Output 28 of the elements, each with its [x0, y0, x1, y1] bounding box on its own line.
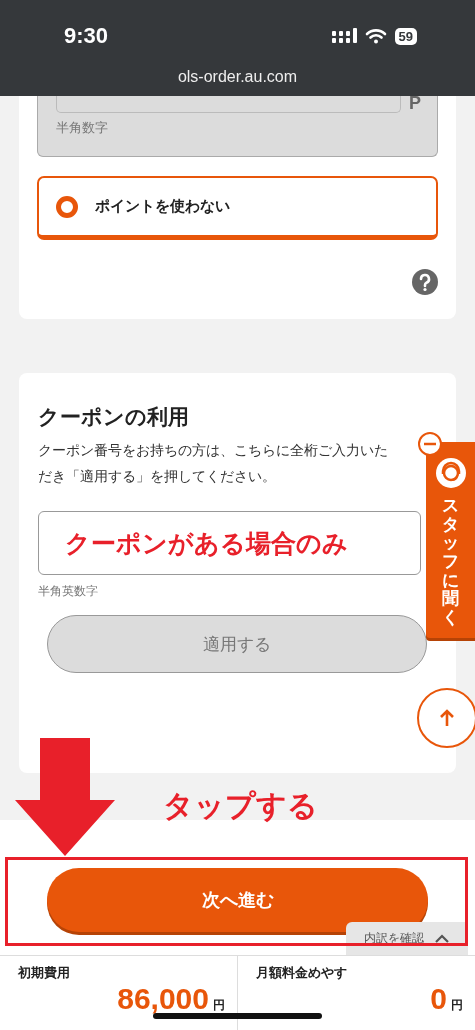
annotation-text: タップする	[163, 787, 318, 825]
unit-label: P	[409, 96, 421, 110]
currency-unit: 円	[451, 997, 463, 1014]
coupon-input-field[interactable]: クーポンがある場合のみ	[38, 511, 421, 575]
description-text: クーポン番号をお持ちの方は、こちらに全桁ご入力いただき「適用する」を押してください。	[38, 441, 389, 486]
hint-text: 半角英数字	[38, 583, 99, 600]
battery-indicator: 59	[394, 27, 417, 45]
chevron-icon	[434, 932, 450, 945]
next-button[interactable]: 次へ進む	[47, 868, 428, 932]
option-label: ポイントを使わない	[95, 197, 230, 216]
address-bar-url: ols-order.au.com	[176, 68, 299, 86]
clock-time: 9:30	[64, 23, 109, 49]
radio-option[interactable]: ポイントを使わない	[37, 176, 438, 240]
arrow-up-icon	[439, 709, 455, 727]
cost-amount: 0	[430, 982, 447, 1016]
signal-icon	[331, 28, 357, 44]
help-icon	[412, 269, 438, 295]
cost-label: 月額料金めやす	[256, 964, 348, 982]
section-title: クーポンの利用	[38, 404, 190, 431]
currency-unit: 円	[213, 997, 225, 1014]
operator-icon	[435, 458, 466, 488]
staff-chat-tab[interactable]: スタッフに聞く	[426, 442, 475, 638]
cost-amount: 86,000	[117, 982, 209, 1016]
wifi-icon	[364, 28, 387, 44]
annotation-text: クーポンがある場合のみ	[65, 527, 348, 560]
radio-button[interactable]	[56, 195, 78, 218]
cost-label: 初期費用	[18, 964, 71, 982]
hint-text: 半角数字	[56, 119, 109, 137]
